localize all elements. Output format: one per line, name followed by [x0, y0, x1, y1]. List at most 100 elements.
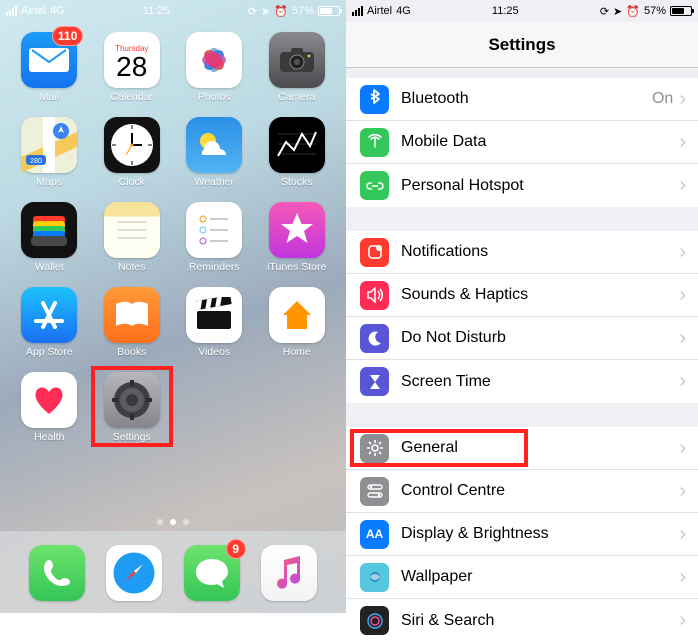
cell-display-brightness[interactable]: AA Display & Brightness ›: [346, 513, 698, 556]
cell-label: Sounds & Haptics: [401, 286, 679, 304]
cell-notifications[interactable]: Notifications ›: [346, 231, 698, 274]
cell-personal-hotspot[interactable]: Personal Hotspot ›: [346, 164, 698, 207]
cell-label: Siri & Search: [401, 612, 679, 630]
badge: 9: [226, 539, 246, 559]
cell-label: General: [401, 439, 679, 457]
cell-general[interactable]: General ›: [346, 427, 698, 470]
app-settings[interactable]: Settings: [101, 372, 164, 443]
maps-icon: 280: [21, 117, 77, 173]
speaker-icon: [360, 281, 389, 310]
app-clock[interactable]: Clock: [101, 117, 164, 188]
settings-group-3: General › Control Centre › AA Display & …: [346, 427, 698, 642]
app-label: Maps: [36, 176, 62, 188]
app-videos[interactable]: Videos: [183, 287, 246, 358]
app-label: Stocks: [281, 176, 313, 188]
location-icon: ➤: [261, 5, 270, 18]
dock-messages[interactable]: 9: [184, 543, 240, 601]
app-home[interactable]: Home: [266, 287, 329, 358]
app-photos[interactable]: Photos: [183, 32, 246, 103]
dock-safari[interactable]: [106, 543, 162, 601]
messages-icon: 9: [184, 545, 240, 601]
app-notes[interactable]: Notes: [101, 202, 164, 273]
chevron-right-icon: ›: [679, 370, 686, 393]
app-label: Notes: [118, 261, 145, 273]
app-label: Home: [283, 346, 311, 358]
chevron-right-icon: ›: [679, 131, 686, 154]
cell-label: Personal Hotspot: [401, 177, 679, 195]
app-label: App Store: [26, 346, 73, 358]
chevron-right-icon: ›: [679, 241, 686, 264]
cell-label: Display & Brightness: [401, 525, 679, 543]
app-camera[interactable]: Camera: [266, 32, 329, 103]
clock-label: 11:25: [143, 5, 170, 17]
app-label: Calendar: [110, 91, 153, 103]
carrier-label: Airtel: [367, 5, 392, 17]
camera-icon: [269, 32, 325, 88]
link-icon: [360, 171, 389, 200]
clapper-icon: [186, 287, 242, 343]
battery-pct-label: 57%: [292, 5, 314, 17]
app-label: Camera: [278, 91, 315, 103]
app-label: Videos: [198, 346, 230, 358]
cell-label: Mobile Data: [401, 133, 679, 151]
cell-siri-search[interactable]: Siri & Search ›: [346, 599, 698, 642]
settings-title-bar: Settings: [346, 22, 698, 68]
app-itunes[interactable]: iTunes Store: [266, 202, 329, 273]
cell-screen-time[interactable]: Screen Time ›: [346, 360, 698, 403]
chevron-right-icon: ›: [679, 480, 686, 503]
app-label: Settings: [113, 431, 151, 443]
app-label: iTunes Store: [267, 261, 326, 273]
notification-icon: [360, 238, 389, 267]
dock: 9: [0, 531, 346, 613]
dock-music[interactable]: [261, 543, 317, 601]
page-dots: [0, 519, 346, 525]
app-label: Clock: [119, 176, 145, 188]
chevron-right-icon: ›: [679, 327, 686, 350]
app-mail[interactable]: 110 Mail: [18, 32, 81, 103]
cell-mobile-data[interactable]: Mobile Data ›: [346, 121, 698, 164]
cell-label: Do Not Disturb: [401, 329, 679, 347]
app-maps[interactable]: 280 Maps: [18, 117, 81, 188]
cell-label: Control Centre: [401, 482, 679, 500]
mail-icon: 110: [21, 32, 77, 88]
app-stocks[interactable]: Stocks: [266, 117, 329, 188]
chevron-right-icon: ›: [679, 437, 686, 460]
weather-icon: [186, 117, 242, 173]
signal-bars-icon: [6, 6, 17, 16]
app-wallet[interactable]: Wallet: [18, 202, 81, 273]
moon-icon: [360, 324, 389, 353]
app-reminders[interactable]: Reminders: [183, 202, 246, 273]
battery-pct-label: 57%: [644, 5, 666, 17]
app-label: Weather: [195, 176, 235, 188]
clock-label: 11:25: [492, 5, 519, 17]
app-weather[interactable]: Weather: [183, 117, 246, 188]
bluetooth-icon: [360, 85, 389, 114]
network-label: 4G: [396, 5, 411, 17]
dock-phone[interactable]: [29, 543, 85, 601]
cell-label: Screen Time: [401, 373, 679, 391]
cell-wallpaper[interactable]: Wallpaper ›: [346, 556, 698, 599]
iphone-settings-screen: Airtel 4G 11:25 ⟳ ➤ ⏰ 57% Settings Bluet…: [346, 0, 698, 613]
chevron-right-icon: ›: [679, 566, 686, 589]
location-icon: ➤: [613, 5, 622, 18]
star-icon: [269, 202, 325, 258]
orientation-lock-icon: ⟳: [600, 5, 609, 18]
app-calendar[interactable]: Thursday 28 Calendar: [101, 32, 164, 103]
network-label: 4G: [50, 5, 65, 17]
app-appstore[interactable]: App Store: [18, 287, 81, 358]
books-icon: [104, 287, 160, 343]
carrier-label: Airtel: [21, 5, 46, 17]
app-label: Books: [117, 346, 146, 358]
cell-sounds-haptics[interactable]: Sounds & Haptics ›: [346, 274, 698, 317]
app-health[interactable]: Health: [18, 372, 81, 443]
clock-icon: [104, 117, 160, 173]
settings-group-1: Bluetooth On › Mobile Data › Personal Ho…: [346, 78, 698, 207]
app-books[interactable]: Books: [101, 287, 164, 358]
app-label: Health: [34, 431, 64, 443]
cell-bluetooth[interactable]: Bluetooth On ›: [346, 78, 698, 121]
cell-do-not-disturb[interactable]: Do Not Disturb ›: [346, 317, 698, 360]
wallet-icon: [21, 202, 77, 258]
battery-icon: [670, 6, 692, 16]
cell-control-centre[interactable]: Control Centre ›: [346, 470, 698, 513]
aa-icon: AA: [360, 520, 389, 549]
